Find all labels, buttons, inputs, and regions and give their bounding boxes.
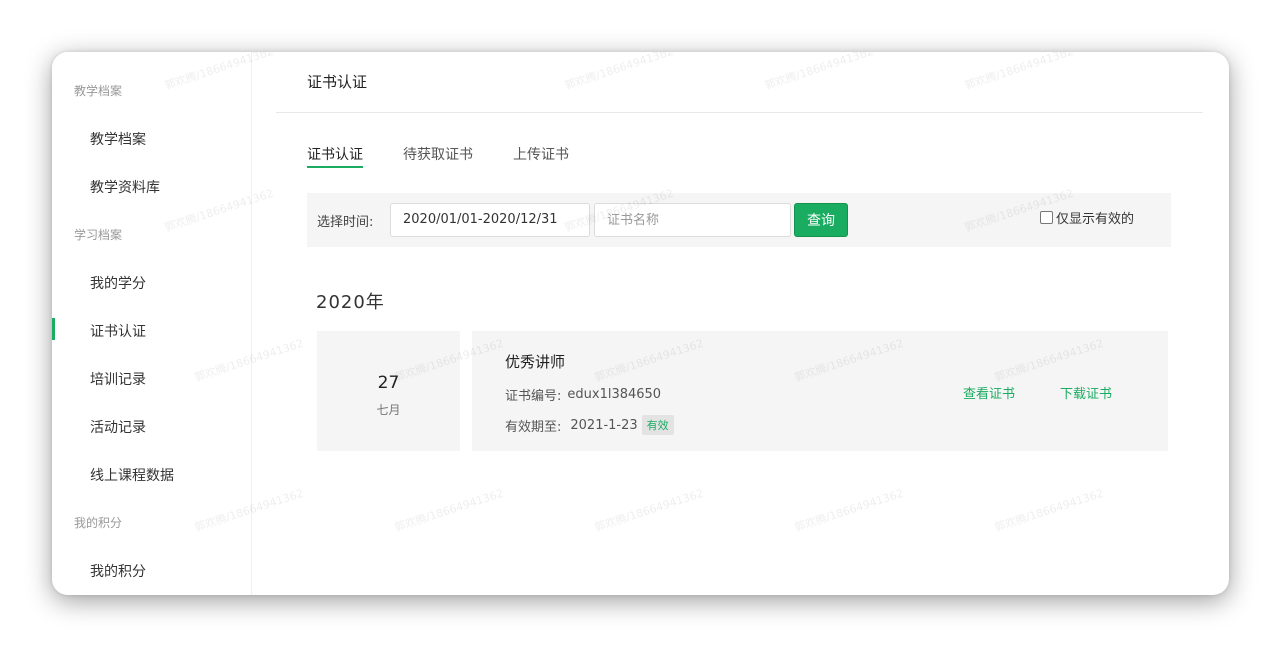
sidebar-item-teaching-archive[interactable]: 教学档案: [90, 129, 146, 149]
certificate-name: 优秀讲师: [505, 353, 566, 371]
certificate-number-label: 证书编号:: [505, 389, 562, 404]
sidebar-item-my-credits[interactable]: 我的学分: [90, 273, 146, 293]
tab-certificates[interactable]: 证书认证: [307, 144, 363, 164]
date-range-field[interactable]: 2020/01/01-2020/12/31: [390, 203, 590, 237]
certificate-date: 27 七月: [317, 331, 460, 451]
certificate-date-day: 27: [377, 373, 400, 393]
sidebar-active-indicator: [52, 318, 55, 340]
certificate-number: edux1l384650: [567, 387, 662, 402]
active-tab-underline: [307, 166, 363, 168]
sidebar-item-training-records[interactable]: 培训记录: [90, 369, 146, 389]
certificate-expiry-row: 有效期至: 2021-1-23 有效: [505, 415, 674, 435]
download-certificate-link[interactable]: 下载证书: [1060, 383, 1112, 402]
certificate-date-month: 七月: [376, 403, 401, 417]
valid-only-label: 仅显示有效的: [1056, 212, 1135, 227]
status-badge: 有效: [641, 415, 674, 435]
title-divider: [276, 112, 1203, 113]
tab-pending-certificates[interactable]: 待获取证书: [403, 144, 473, 164]
app-window: 教学档案 教学档案 教学资料库 学习档案 我的学分 证书认证 培训记录 活动记录…: [52, 52, 1229, 595]
tab-upload-certificate[interactable]: 上传证书: [513, 144, 569, 164]
sidebar-item-teaching-library[interactable]: 教学资料库: [90, 177, 160, 197]
certificate-number-row: 证书编号: edux1l384650: [505, 385, 661, 404]
sidebar-item-my-points[interactable]: 我的积分: [90, 561, 146, 581]
year-heading: 2020年: [316, 292, 385, 313]
sidebar-item-certificates[interactable]: 证书认证: [90, 321, 146, 341]
valid-only-checkbox[interactable]: [1040, 211, 1053, 224]
sidebar-item-activity-records[interactable]: 活动记录: [90, 417, 146, 437]
time-filter-label: 选择时间:: [317, 215, 374, 230]
sidebar-group-learning: 学习档案: [74, 228, 123, 242]
sidebar-item-online-course-data[interactable]: 线上课程数据: [90, 465, 174, 485]
valid-only-filter: 仅显示有效的: [1040, 208, 1134, 227]
filter-bar: 选择时间: 2020/01/01-2020/12/31 查询 仅显示有效的: [307, 193, 1171, 247]
certificate-expiry-label: 有效期至:: [505, 419, 562, 435]
view-certificate-link[interactable]: 查看证书: [963, 383, 1015, 402]
certificate-name-input[interactable]: [594, 203, 791, 237]
page-title: 证书认证: [307, 73, 368, 91]
main-content: 证书认证 证书认证 待获取证书 上传证书 选择时间: 2020/01/01-20…: [276, 52, 1229, 595]
sidebar-group-points: 我的积分: [74, 516, 123, 530]
sidebar: 教学档案 教学档案 教学资料库 学习档案 我的学分 证书认证 培训记录 活动记录…: [52, 52, 252, 595]
certificate-card: 优秀讲师 证书编号: edux1l384650 有效期至: 2021-1-23 …: [472, 331, 1168, 451]
query-button[interactable]: 查询: [794, 203, 848, 237]
sidebar-group-teaching: 教学档案: [74, 84, 123, 98]
certificate-expiry-date: 2021-1-23: [570, 417, 638, 433]
